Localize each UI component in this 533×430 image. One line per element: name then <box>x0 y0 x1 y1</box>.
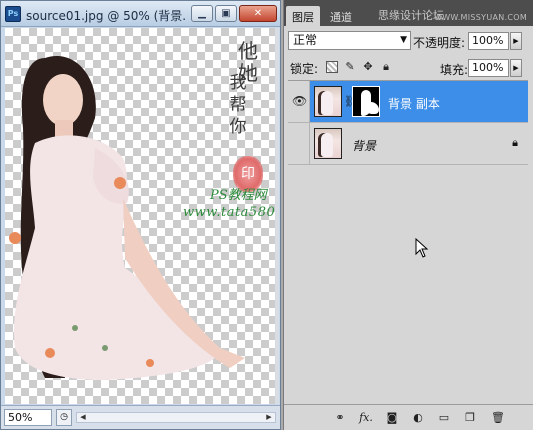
opacity-slider-icon[interactable]: ▶ <box>510 32 522 50</box>
site-watermark-url: WWW.MISSYUAN.COM <box>434 13 528 22</box>
mouse-cursor-icon <box>415 238 429 258</box>
blend-opacity-row: 正常 ▼ 不透明度: 100% ▶ <box>284 28 533 54</box>
mask-icon[interactable]: ◙ <box>384 411 400 425</box>
opacity-field[interactable]: 100% <box>468 32 509 50</box>
watermark-line-1: PS教程网 <box>210 188 267 203</box>
lock-fill-row: 锁定: ✎ ✥ 🔒︎ 填充: 100% ▶ <box>284 56 533 78</box>
calligraphy-text-2: 我帮你 <box>227 72 249 138</box>
layer-thumbnail <box>314 86 342 117</box>
vertical-scrollbar[interactable] <box>275 28 279 404</box>
document-title: source01.jpg @ 50% (背景... <box>26 9 186 23</box>
opacity-label: 不透明度: <box>413 36 466 50</box>
fill-slider-icon[interactable]: ▶ <box>510 59 522 77</box>
minimize-icon[interactable]: ▁ <box>191 5 213 22</box>
close-icon[interactable]: ✕ <box>239 5 277 22</box>
scroll-right-icon[interactable]: ▶ <box>263 413 275 422</box>
fx-icon[interactable]: fx. <box>358 411 374 425</box>
lock-transparent-icon[interactable] <box>326 61 338 73</box>
image-canvas[interactable]: 他她 我帮你 印 PS教程网 www.tata580.com <box>5 28 275 404</box>
zoom-field[interactable]: 50% <box>4 409 52 426</box>
horizontal-scrollbar[interactable]: ◀ ▶ <box>76 412 276 423</box>
link-icon[interactable]: ⚭ <box>332 411 348 425</box>
blend-mode-value: 正常 <box>293 33 318 47</box>
tab-layers[interactable]: 图层 <box>286 6 320 26</box>
status-menu-icon[interactable]: ◷ <box>56 409 72 426</box>
tab-channels[interactable]: 通道 <box>324 6 358 26</box>
watermark-line-2: www.tata580.com <box>183 205 275 220</box>
layer-name[interactable]: 背景 副本 <box>388 95 440 112</box>
fill-label: 填充: <box>440 63 469 77</box>
layer-mask-thumbnail[interactable] <box>352 86 380 117</box>
trash-icon[interactable]: 🗑︎ <box>490 411 506 425</box>
calligraphy-text-2-content: 我帮你 <box>229 73 247 137</box>
new-layer-icon[interactable]: ❐ <box>462 411 478 425</box>
document-title-bar[interactable]: Ps source01.jpg @ 50% (背景... ▁ ▣ ✕ <box>1 1 280 27</box>
fill-field[interactable]: 100% <box>468 59 509 77</box>
lock-move-icon[interactable]: ✥ <box>362 61 374 73</box>
panel-tab-bar: 图层 通道 思缘设计论坛 WWW.MISSYUAN.COM <box>284 0 533 26</box>
layer-row-background-copy[interactable]: 👁︎ ⛓︎ 背景 副本 <box>288 81 528 123</box>
blend-mode-select[interactable]: 正常 ▼ <box>288 31 411 50</box>
layers-list: 👁︎ ⛓︎ 背景 副本 背景 🔒︎ <box>288 80 528 404</box>
layers-panel: 图层 通道 思缘设计论坛 WWW.MISSYUAN.COM 正常 ▼ 不透明度:… <box>283 0 533 430</box>
layers-bottom-toolbar: ⚭ fx. ◙ ◐ ▭ ❐ 🗑︎ <box>284 404 533 430</box>
lock-icon: 🔒︎ <box>512 136 518 149</box>
layer-name[interactable]: 背景 <box>352 137 376 154</box>
visibility-toggle[interactable] <box>288 123 310 164</box>
visibility-toggle[interactable]: 👁︎ <box>288 81 310 122</box>
adjustment-icon[interactable]: ◐ <box>410 411 426 425</box>
eye-icon: 👁︎ <box>292 94 308 108</box>
lock-brush-icon[interactable]: ✎ <box>344 61 356 73</box>
lock-all-icon[interactable]: 🔒︎ <box>380 61 392 73</box>
layer-thumbnail <box>314 128 342 159</box>
group-icon[interactable]: ▭ <box>436 411 452 425</box>
layer-row-background[interactable]: 背景 🔒︎ <box>288 123 528 165</box>
lock-label: 锁定: <box>290 62 319 76</box>
photoshop-app-icon: Ps <box>5 6 21 22</box>
chevron-down-icon: ▼ <box>400 35 407 45</box>
scroll-left-icon[interactable]: ◀ <box>77 413 89 422</box>
document-window: Ps source01.jpg @ 50% (背景... ▁ ▣ ✕ 他 她 我… <box>0 0 281 430</box>
document-status-bar: 50% ◷ ◀ ▶ <box>1 405 280 429</box>
restore-icon[interactable]: ▣ <box>215 5 237 22</box>
